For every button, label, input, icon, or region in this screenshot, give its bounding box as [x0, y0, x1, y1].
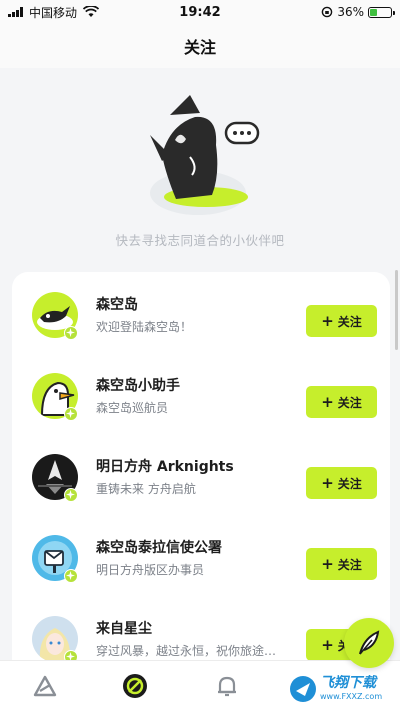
status-bar: 中国移动 19:42 36% — [0, 0, 400, 24]
bell-icon — [218, 676, 236, 697]
verified-badge — [64, 488, 78, 502]
account-description: 穿过风暴，越过永恒，祝你旅途… — [96, 644, 277, 658]
account-name[interactable]: 森空岛 — [96, 294, 138, 314]
recommended-accounts-card: 森空岛 欢迎登陆森空岛！ + 关注 森空岛小助手 森空岛巡航员 + 关注 明日方… — [12, 272, 390, 672]
header: 关注 — [0, 24, 400, 68]
watermark-url: www.FXXZ.com — [320, 692, 383, 701]
empty-state-text: 快去寻找志同道合的小伙伴吧 — [115, 233, 285, 248]
status-left: 中国移动 — [0, 4, 150, 21]
account-description: 重铸未来 方舟启航 — [96, 482, 196, 496]
follow-button[interactable]: + 关注 — [306, 467, 377, 499]
battery-percent: 36% — [337, 5, 364, 19]
orientation-lock-icon — [322, 6, 333, 18]
home-icon — [33, 675, 57, 697]
verified-badge — [64, 326, 78, 340]
list-item: 森空岛 欢迎登陆森空岛！ + 关注 — [12, 272, 390, 353]
account-name[interactable]: 明日方舟 Arknights — [96, 456, 234, 476]
account-description: 森空岛巡航员 — [96, 401, 169, 415]
nav-home[interactable] — [30, 671, 60, 701]
plus-icon: + — [321, 311, 334, 330]
feather-icon — [359, 630, 380, 655]
page-title: 关注 — [183, 38, 216, 57]
write-post-button[interactable] — [344, 618, 394, 668]
plus-icon: + — [321, 392, 334, 411]
discover-icon — [123, 674, 147, 698]
account-description: 欢迎登陆森空岛！ — [96, 320, 193, 334]
follow-button-label: 关注 — [337, 314, 362, 329]
list-item: 森空岛泰拉信使公署 明日方舟版区办事员 + 关注 — [12, 515, 390, 596]
carrier-name: 中国移动 — [29, 5, 78, 20]
plus-icon: + — [321, 554, 334, 573]
empty-state-hero: 快去寻找志同道合的小伙伴吧 — [0, 95, 400, 255]
mascot-illustration — [150, 95, 260, 215]
status-right: 36% — [250, 5, 400, 19]
verified-badge — [64, 569, 78, 583]
nav-notifications[interactable] — [212, 671, 242, 701]
follow-button-label: 关注 — [337, 557, 362, 572]
watermark: 飞翔下载 www.FXXZ.com — [286, 668, 398, 710]
status-time: 19:42 — [179, 4, 221, 20]
follow-button-label: 关注 — [337, 395, 362, 410]
follow-button-label: 关注 — [337, 476, 362, 491]
account-description: 明日方舟版区办事员 — [96, 563, 205, 577]
battery-icon — [368, 6, 395, 18]
account-name[interactable]: 来自星尘 — [96, 618, 152, 638]
watermark-title: 飞翔下载 — [320, 675, 376, 691]
follow-button[interactable]: + 关注 — [306, 548, 377, 580]
watermark-logo — [290, 676, 316, 702]
list-item: 明日方舟 Arknights 重铸未来 方舟启航 + 关注 — [12, 434, 390, 515]
signal-icon — [8, 7, 23, 17]
verified-badge — [64, 407, 78, 421]
plus-icon: + — [321, 473, 334, 492]
list-item: 森空岛小助手 森空岛巡航员 + 关注 — [12, 353, 390, 434]
follow-button[interactable]: + 关注 — [306, 386, 377, 418]
nav-discover[interactable] — [120, 671, 150, 701]
plus-icon: + — [321, 635, 334, 654]
account-name[interactable]: 森空岛小助手 — [96, 375, 180, 395]
wifi-icon — [83, 6, 100, 17]
account-name[interactable]: 森空岛泰拉信使公署 — [96, 537, 222, 557]
follow-button[interactable]: + 关注 — [306, 305, 377, 337]
scrollbar[interactable] — [395, 270, 398, 350]
